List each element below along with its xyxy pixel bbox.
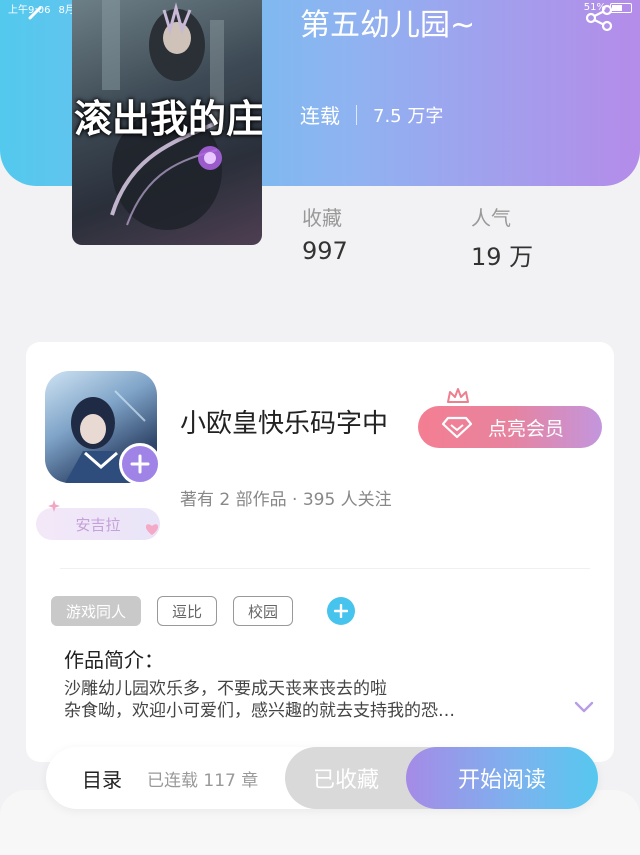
book-cover[interactable]: 滚出我的庄: [72, 0, 262, 245]
tag-item[interactable]: 校园: [233, 596, 294, 626]
plus-icon: [334, 604, 349, 618]
section-divider: [60, 568, 590, 569]
diamond-icon: [442, 416, 472, 439]
toc-button[interactable]: 目录: [82, 764, 122, 793]
share-button[interactable]: [584, 4, 614, 32]
meta-divider: [356, 104, 357, 125]
share-icon: [585, 4, 613, 32]
back-chevron-icon: [28, 6, 42, 20]
author-stats: 著有 2 部作品 · 395 人关注: [180, 490, 392, 510]
back-button[interactable]: [22, 6, 46, 30]
tag-item[interactable]: 游戏同人: [51, 596, 142, 626]
book-title: 第五幼儿园~: [300, 8, 476, 43]
intro-text: 沙雕幼儿园欢乐多，不要成天丧来丧去的啦 杂食呦，欢迎小可爱们，感兴趣的就去支持我…: [64, 678, 554, 722]
vip-button-label: 点亮会员: [488, 417, 565, 440]
add-tag-button[interactable]: [327, 597, 356, 625]
chapter-count[interactable]: 已连载 117 章: [147, 766, 258, 791]
popularity-label: 人气: [471, 206, 511, 230]
crown-icon: [447, 388, 469, 403]
book-meta: 连载 7.5 万字: [300, 100, 443, 129]
follow-author-button[interactable]: [119, 443, 161, 485]
popularity-stat: 人气 19 万: [471, 202, 533, 272]
plus-icon: [130, 454, 150, 474]
star-decoration-icon: [48, 500, 60, 512]
chevron-down-icon[interactable]: [574, 700, 594, 714]
word-count: 7.5 万字: [373, 105, 444, 127]
author-badge-label: 安吉拉: [75, 515, 121, 534]
start-reading-label: 开始阅读: [457, 768, 546, 793]
intro-line: 杂食呦，欢迎小可爱们，感兴趣的就去支持我的恐…: [64, 701, 455, 721]
tag-item[interactable]: 逗比: [157, 596, 218, 626]
tag-list: 游戏同人 逗比 校园: [51, 596, 356, 626]
popularity-value: 19 万: [471, 243, 534, 271]
heart-decoration-icon: [145, 524, 159, 535]
author-name[interactable]: 小欧皇快乐码字中: [180, 403, 388, 440]
vip-button[interactable]: 点亮会员: [418, 406, 602, 448]
book-status: 连载: [300, 104, 340, 128]
cover-title-text: 滚出我的庄: [74, 97, 262, 141]
intro-line: 沙雕幼儿园欢乐多，不要成天丧来丧去的啦: [64, 679, 387, 699]
favorites-stat: 收藏 997: [302, 202, 348, 265]
intro-label: 作品简介：: [64, 648, 164, 672]
favorites-value: 997: [302, 237, 348, 265]
collected-button-label: 已收藏: [313, 768, 380, 793]
favorites-label: 收藏: [302, 206, 342, 230]
start-reading-button[interactable]: 开始阅读: [406, 747, 598, 809]
author-badge: 安吉拉: [36, 508, 160, 540]
